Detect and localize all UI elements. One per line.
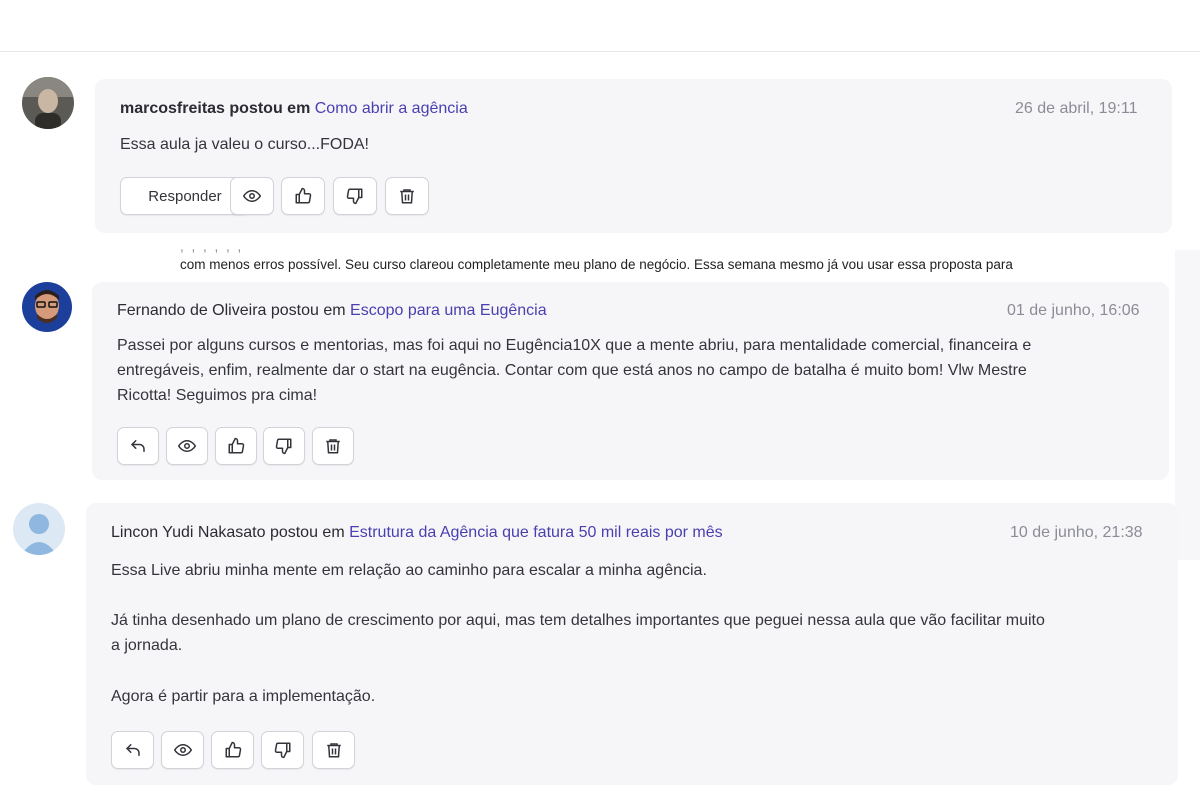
overlapping-text-fragment: , , , , , , com menos erros possível. Se… [158,248,1113,276]
dislike-button[interactable] [261,731,304,769]
reply-icon [131,440,145,452]
comment-connector: postou em [229,100,311,117]
comment-header: Lincon Yudi Nakasato postou em Estrutura… [111,524,723,542]
top-divider [0,51,1200,52]
comment-author[interactable]: Lincon Yudi Nakasato [111,524,265,541]
delete-button[interactable] [312,731,355,769]
eye-icon [178,439,196,453]
comment-text-line: Essa Live abriu minha mente em relação a… [111,562,707,579]
trash-icon [326,439,340,454]
lesson-link[interactable]: Estrutura da Agência que fatura 50 mil r… [349,524,723,541]
like-button[interactable] [281,177,325,215]
comment-text-line: Já tinha desenhado um plano de crescimen… [111,612,1045,629]
right-edge-shade [1175,250,1200,560]
comment-connector: postou em [269,524,345,541]
comment-header: Fernando de Oliveira postou em Escopo pa… [117,302,547,320]
thumbs-up-icon [228,437,245,454]
comment-text-line: Agora é partir para a implementação. [111,688,376,705]
comment-card: marcosfreitas postou em Como abrir a agê… [95,79,1172,233]
thumbs-down-icon [346,188,363,205]
dislike-button[interactable] [333,177,377,215]
avatar-marcosfreitas[interactable] [22,77,74,129]
avatar-lincon[interactable] [13,503,65,555]
comment-date: 26 de abril, 19:11 [1015,100,1138,117]
reply-button-label: Responder [148,187,222,205]
comment-card: Lincon Yudi Nakasato postou em Estrutura… [86,503,1178,785]
view-button[interactable] [230,177,274,215]
comment-text-line: Ricotta! Seguimos pra cima! [117,387,318,404]
delete-button[interactable] [385,177,429,215]
comment-text: Essa aula ja valeu o curso...FODA! [120,136,369,153]
comment-text-line: Passei por alguns cursos e mentorias, ma… [117,337,1032,354]
overlap-text: com menos erros possível. Seu curso clar… [180,257,1013,272]
thumbs-up-icon [295,187,312,204]
thumbs-up-icon [225,741,241,758]
view-button[interactable] [166,427,208,465]
comment-header: marcosfreitas postou em Como abrir a agê… [120,100,468,118]
like-button[interactable] [211,731,254,769]
trash-icon [400,189,414,204]
comment-text-line: entregáveis, enfim, realmente dar o star… [117,362,1027,379]
comment-text-line: a jornada. [111,637,183,654]
comment-author[interactable]: Fernando de Oliveira [117,302,266,319]
comment-date: 10 de junho, 21:38 [1010,524,1143,541]
eye-icon [173,743,192,757]
view-button[interactable] [161,731,204,769]
comment-author[interactable]: marcosfreitas [120,100,225,117]
thumbs-down-icon [275,438,292,455]
reply-icon [125,744,140,756]
like-button[interactable] [215,427,257,465]
comment-date: 01 de junho, 16:06 [1007,302,1140,319]
delete-button[interactable] [312,427,354,465]
eye-icon [243,189,261,203]
comment-connector: postou em [270,302,346,319]
reply-button[interactable] [117,427,159,465]
thumbs-down-icon [274,742,290,759]
lesson-link[interactable]: Como abrir a agência [315,100,468,117]
dislike-button[interactable] [263,427,305,465]
comment-card: Fernando de Oliveira postou em Escopo pa… [92,282,1169,480]
trash-icon [326,743,341,758]
avatar-fernando[interactable] [22,282,72,332]
lesson-link[interactable]: Escopo para uma Eugência [350,302,547,319]
reply-button[interactable] [111,731,154,769]
